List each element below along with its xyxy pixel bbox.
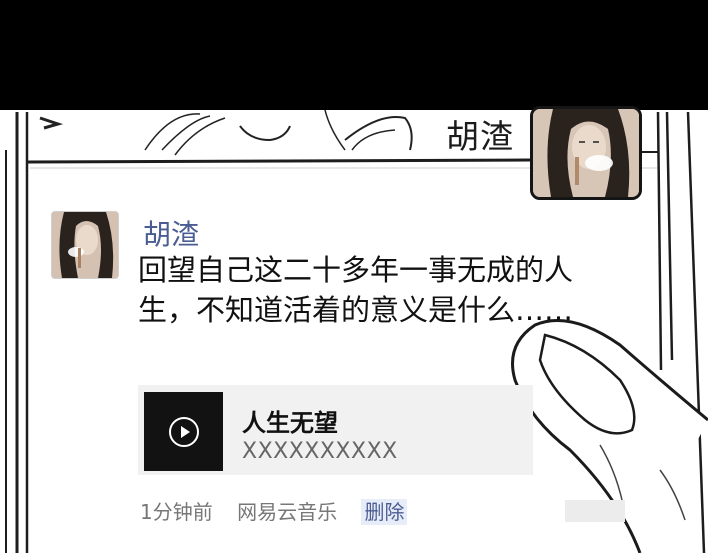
top-black-bar [0, 0, 708, 110]
post-text: 回望自己这二十多年一事无成的人生，不知道活着的意义是什么…… [138, 253, 574, 327]
avatar-portrait-icon [533, 109, 639, 197]
post-source[interactable]: 网易云音乐 [237, 500, 337, 524]
header-avatar[interactable] [530, 106, 642, 200]
comment-action-button[interactable] [565, 500, 625, 522]
post-avatar[interactable] [51, 211, 119, 279]
avatar-portrait-icon [52, 212, 118, 278]
post-meta-row: 1分钟前 网易云音乐 删除 [140, 496, 425, 525]
song-title: 人生无望 [242, 409, 338, 437]
chat-contact-name: 胡渣 [446, 117, 514, 156]
song-artist: XXXXXXXXXX [242, 439, 398, 464]
play-icon[interactable] [169, 417, 199, 447]
music-cover[interactable] [144, 392, 223, 471]
delete-button[interactable]: 删除 [361, 499, 408, 525]
post-time: 1分钟前 [140, 500, 213, 524]
music-share-card[interactable]: 人生无望 XXXXXXXXXX [138, 385, 533, 475]
post-username[interactable]: 胡渣 [143, 213, 199, 253]
